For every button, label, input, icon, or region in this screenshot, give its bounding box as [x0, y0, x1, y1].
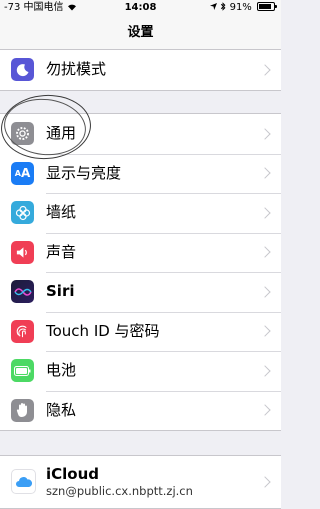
settings-row-privacy[interactable]: 隐私	[0, 390, 281, 431]
fingerprint-icon	[11, 319, 34, 343]
chevron-right-icon	[259, 64, 271, 76]
nav-bar: 设置	[0, 16, 281, 50]
hand-icon	[11, 398, 34, 422]
status-right: 91%	[210, 0, 277, 16]
chevron-right-icon	[259, 476, 271, 488]
chevron-right-icon	[259, 365, 271, 377]
settings-row-label: Siri	[46, 282, 75, 300]
settings-row-label: 显示与亮度	[46, 163, 122, 182]
status-bar: -73 中国电信 14:08 91%	[0, 0, 281, 16]
battery-icon	[11, 359, 34, 382]
chevron-right-icon	[259, 286, 271, 298]
settings-row-label: Touch ID 与密码	[46, 321, 160, 340]
settings-row-do-not-disturb[interactable]: 勿扰模式	[0, 50, 281, 90]
settings-row-icloud[interactable]: iCloud szn@public.cx.nbptt.zj.cn	[0, 456, 281, 508]
flower-icon	[11, 201, 34, 224]
settings-group-account: iCloud szn@public.cx.nbptt.zj.cn	[0, 455, 281, 509]
chevron-right-icon	[259, 167, 271, 179]
settings-row-battery[interactable]: 电池	[0, 351, 281, 391]
bluetooth-icon	[220, 2, 229, 13]
settings-row-sounds[interactable]: 声音	[0, 232, 281, 273]
settings-row-label: 隐私	[46, 400, 77, 419]
siri-icon	[11, 280, 34, 303]
location-icon	[210, 2, 220, 13]
speaker-icon	[11, 240, 34, 264]
moon-icon	[11, 58, 34, 81]
cloud-icon	[11, 469, 36, 494]
settings-row-display-brightness[interactable]: AA 显示与亮度	[0, 153, 281, 194]
battery-icon	[257, 2, 277, 11]
chevron-right-icon	[259, 207, 271, 219]
chevron-right-icon	[259, 128, 271, 140]
settings-row-label: iCloud	[46, 465, 100, 483]
account-email: szn@public.cx.nbptt.zj.cn	[46, 484, 193, 498]
chevron-right-icon	[259, 246, 271, 258]
chevron-right-icon	[259, 325, 271, 337]
settings-group-main: 通用 AA 显示与亮度 墙纸 声音 Siri Touch ID 与密码 电池 隐…	[0, 113, 281, 431]
text-size-icon: AA	[11, 161, 34, 185]
settings-row-label: 声音	[46, 242, 77, 261]
battery-percent: 91%	[229, 2, 252, 13]
settings-group-dnd: 勿扰模式	[0, 49, 281, 91]
settings-row-label: 电池	[46, 361, 77, 379]
settings-row-touch-id[interactable]: Touch ID 与密码	[0, 311, 281, 352]
settings-row-label: 勿扰模式	[46, 60, 107, 78]
settings-row-label: 墙纸	[46, 203, 77, 221]
settings-row-siri[interactable]: Siri	[0, 272, 281, 312]
gear-icon	[11, 122, 34, 145]
settings-row-label: 通用	[46, 124, 77, 142]
settings-row-wallpaper[interactable]: 墙纸	[0, 193, 281, 233]
settings-row-general[interactable]: 通用	[0, 114, 281, 154]
page-title: 设置	[127, 25, 154, 40]
chevron-right-icon	[259, 404, 271, 416]
